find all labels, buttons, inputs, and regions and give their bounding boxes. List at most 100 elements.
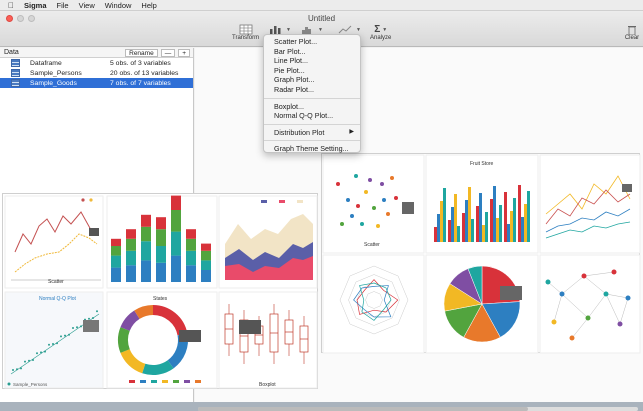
table-icon (11, 79, 20, 87)
legend-swatch (140, 380, 146, 383)
qq-point (32, 359, 34, 361)
fruit-bar (510, 211, 513, 242)
app-menu[interactable]: Sigma (24, 1, 47, 10)
scatter-point (336, 182, 340, 186)
legend-swatch (184, 380, 190, 383)
qq-point (16, 368, 18, 371)
menu-scatter-plot[interactable]: Scatter Plot... (264, 37, 360, 47)
scatter-point (346, 198, 350, 202)
network-node (581, 273, 587, 279)
qq-point (68, 333, 70, 336)
qq-point (20, 367, 22, 370)
menu-separator (264, 97, 360, 99)
scatter-point (354, 174, 358, 178)
fruit-bar (507, 224, 510, 242)
multi-line-thumb (539, 154, 641, 254)
qq-point (60, 335, 62, 338)
menu-line-plot[interactable]: Line Plot... (264, 56, 360, 66)
horizontal-scrollbar[interactable] (198, 407, 638, 411)
row-info: 5 obs. of 3 variables (110, 59, 171, 67)
legend-swatch (195, 380, 201, 383)
data-row-sample-persons[interactable]: Sample_Persons 20 obs. of 13 variables (0, 68, 193, 78)
qq-point (64, 334, 66, 337)
distribution-label: Distribution Plot (274, 127, 325, 137)
legend-swatch (162, 380, 168, 383)
menu-view[interactable]: View (79, 1, 95, 10)
menu-graph-plot[interactable]: Graph Plot... (264, 75, 360, 85)
fruit-bar (443, 188, 446, 242)
fruit-bar (448, 220, 451, 242)
fruit-bar (518, 185, 521, 242)
scatter-point (350, 214, 354, 218)
fruit-bar (468, 187, 471, 242)
menu-graph-theme[interactable]: Graph Theme Setting... (264, 144, 360, 154)
menu-boxplot[interactable]: Boxplot... (264, 102, 360, 112)
menu-radar-plot[interactable]: Radar Plot... (264, 85, 360, 95)
qq-point (28, 359, 30, 362)
data-row-dataframe[interactable]: Dataframe 5 obs. of 3 variables (0, 58, 193, 68)
menu-distribution-plot[interactable]: Distribution Plot ▶ (264, 128, 360, 138)
bar-segment (171, 231, 181, 256)
area-chart-thumb (218, 195, 318, 289)
menu-qq-plot[interactable]: Normal Q-Q Plot... (264, 111, 360, 121)
menu-bar-plot[interactable]: Bar Plot... (264, 47, 360, 57)
donut-slice (134, 305, 154, 320)
donut-slice (142, 360, 174, 375)
chart-gallery-right: Scatter Fruit Store (321, 153, 641, 354)
scatter-point (390, 176, 394, 180)
chart-gallery-left: Scatter Normal Q-Q Plot Sample_Persons S… (2, 193, 318, 389)
analyze-label: Analyze (370, 35, 392, 41)
legend-swatch (129, 380, 135, 383)
fruit-bar (499, 205, 502, 242)
transform-button[interactable]: Transform (232, 24, 259, 41)
bar-segment (171, 255, 181, 282)
qq-point (52, 343, 54, 345)
analyze-button[interactable]: Σ ▼ Analyze (370, 24, 391, 41)
network-thumb (539, 254, 641, 354)
bar-segment (186, 265, 196, 282)
menu-bar:  Sigma File View Window Help (0, 0, 643, 11)
bar-segment (141, 214, 151, 227)
menu-file[interactable]: File (57, 1, 69, 10)
bar-segment (171, 195, 181, 210)
menu-pie-plot[interactable]: Pie Plot... (264, 66, 360, 76)
bar-segment (201, 250, 211, 261)
scatter-point (356, 204, 360, 208)
network-node (569, 335, 575, 341)
bar-segment (156, 262, 166, 282)
row-name: Sample_Goods (30, 79, 77, 87)
qq-point (24, 360, 26, 363)
add-button[interactable]: + (178, 48, 190, 57)
fruit-bar (482, 225, 485, 242)
network-node (603, 291, 609, 297)
qq-title: Normal Q-Q Plot (39, 296, 77, 302)
plot-dropdown-menu: Scatter Plot... Bar Plot... Line Plot...… (263, 34, 361, 153)
apple-icon[interactable]:  (8, 1, 14, 10)
qq-point (36, 352, 38, 355)
qq-point (12, 369, 14, 371)
qq-point (76, 326, 78, 329)
qq-plot-thumb: Normal Q-Q Plot Sample_Persons (4, 291, 104, 389)
scroll-thumb[interactable] (198, 407, 528, 411)
bar-segment (141, 241, 151, 261)
chevron-down-icon: ▼ (318, 26, 323, 33)
sigma-icon: Σ (374, 24, 381, 35)
data-header-label: Data (4, 49, 19, 56)
scatter-right-title: Scatter (364, 242, 380, 248)
fruit-bar (471, 219, 474, 242)
remove-button[interactable]: — (160, 48, 176, 57)
scatter-point (380, 182, 384, 186)
data-row-sample-goods[interactable]: Sample_Goods 7 obs. of 7 variables (0, 78, 193, 88)
fruit-bar (504, 192, 507, 242)
network-node (611, 269, 617, 275)
scatter-point (382, 198, 386, 202)
trash-icon (628, 26, 636, 35)
bar-segment (186, 238, 196, 251)
menu-help[interactable]: Help (141, 1, 156, 10)
tooltip (239, 320, 261, 334)
menu-window[interactable]: Window (105, 1, 132, 10)
fruit-bar (521, 217, 524, 242)
rename-button[interactable]: Rename (125, 48, 158, 57)
clear-button[interactable]: Clear (624, 24, 640, 41)
fruit-title: Fruit Store (470, 161, 494, 167)
